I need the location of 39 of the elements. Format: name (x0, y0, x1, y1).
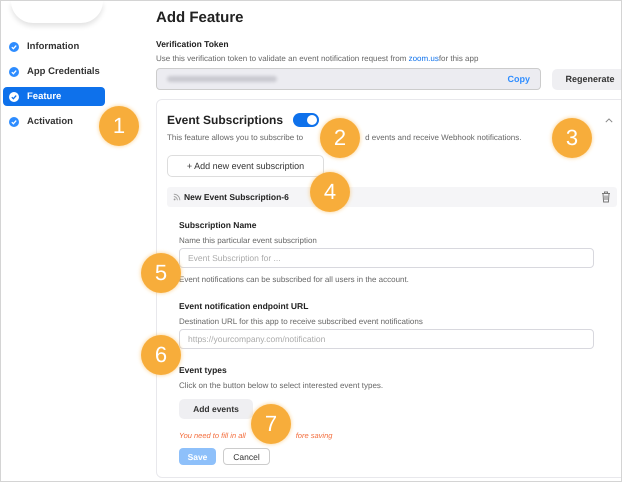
input-field[interactable]: https://yourcompany.com/notification (179, 329, 594, 349)
sidebar-item[interactable]: App Credentials (3, 62, 108, 81)
field-label: Event notification endpoint URL (179, 301, 310, 312)
step-number: 4 (310, 172, 350, 212)
sidebar-item[interactable]: Feature (3, 87, 105, 106)
input-field[interactable]: Event Subscription for ... (179, 248, 594, 268)
page-title: Add Feature (156, 9, 245, 26)
field-description: Use this verification token to validate an event notification request from zoom.usfor this app (156, 54, 480, 64)
section-description: This feature allows you to subscribe to (167, 133, 304, 143)
check-icon (9, 92, 19, 102)
add-events-button[interactable]: Add events (179, 399, 253, 419)
field-description: Destination URL for this app to receive subscribed event notifications (179, 317, 424, 327)
chevron-icon[interactable] (605, 118, 613, 122)
toggle-switch[interactable] (293, 113, 320, 127)
subscription-name: New Event Subscription-6 (184, 192, 289, 202)
cancel-button[interactable]: Cancel (223, 448, 270, 465)
step-number: 5 (141, 253, 181, 293)
step-number: 6 (141, 335, 181, 375)
step-number: 7 (251, 404, 291, 444)
feed-icon (173, 193, 181, 201)
sidebar-item[interactable]: Information (3, 37, 88, 56)
step-number: 3 (552, 118, 592, 158)
field-description: Name this particular event subscription (179, 236, 318, 246)
step-number: 2 (320, 118, 360, 158)
sidebar-item[interactable]: Activation (3, 112, 81, 131)
add-subscription-button[interactable]: + Add new event subscription (167, 155, 324, 177)
field-description: Click on the button below to select interested event types. (179, 381, 384, 391)
field-label: Event types (179, 365, 228, 376)
field-label: Subscription Name (179, 220, 258, 231)
section-description: d events and receive Webhook notifications. (365, 133, 522, 143)
section-title: Event Subscriptions (167, 112, 284, 128)
check-icon (9, 66, 19, 76)
field-label: Verification Token (156, 39, 230, 50)
regenerate-button[interactable]: Regenerate (552, 68, 621, 90)
trash-icon[interactable] (601, 191, 611, 203)
check-icon (9, 116, 19, 126)
zoom-link[interactable]: zoom.us (408, 54, 439, 63)
step-number: 1 (99, 106, 139, 146)
check-icon (9, 42, 19, 52)
